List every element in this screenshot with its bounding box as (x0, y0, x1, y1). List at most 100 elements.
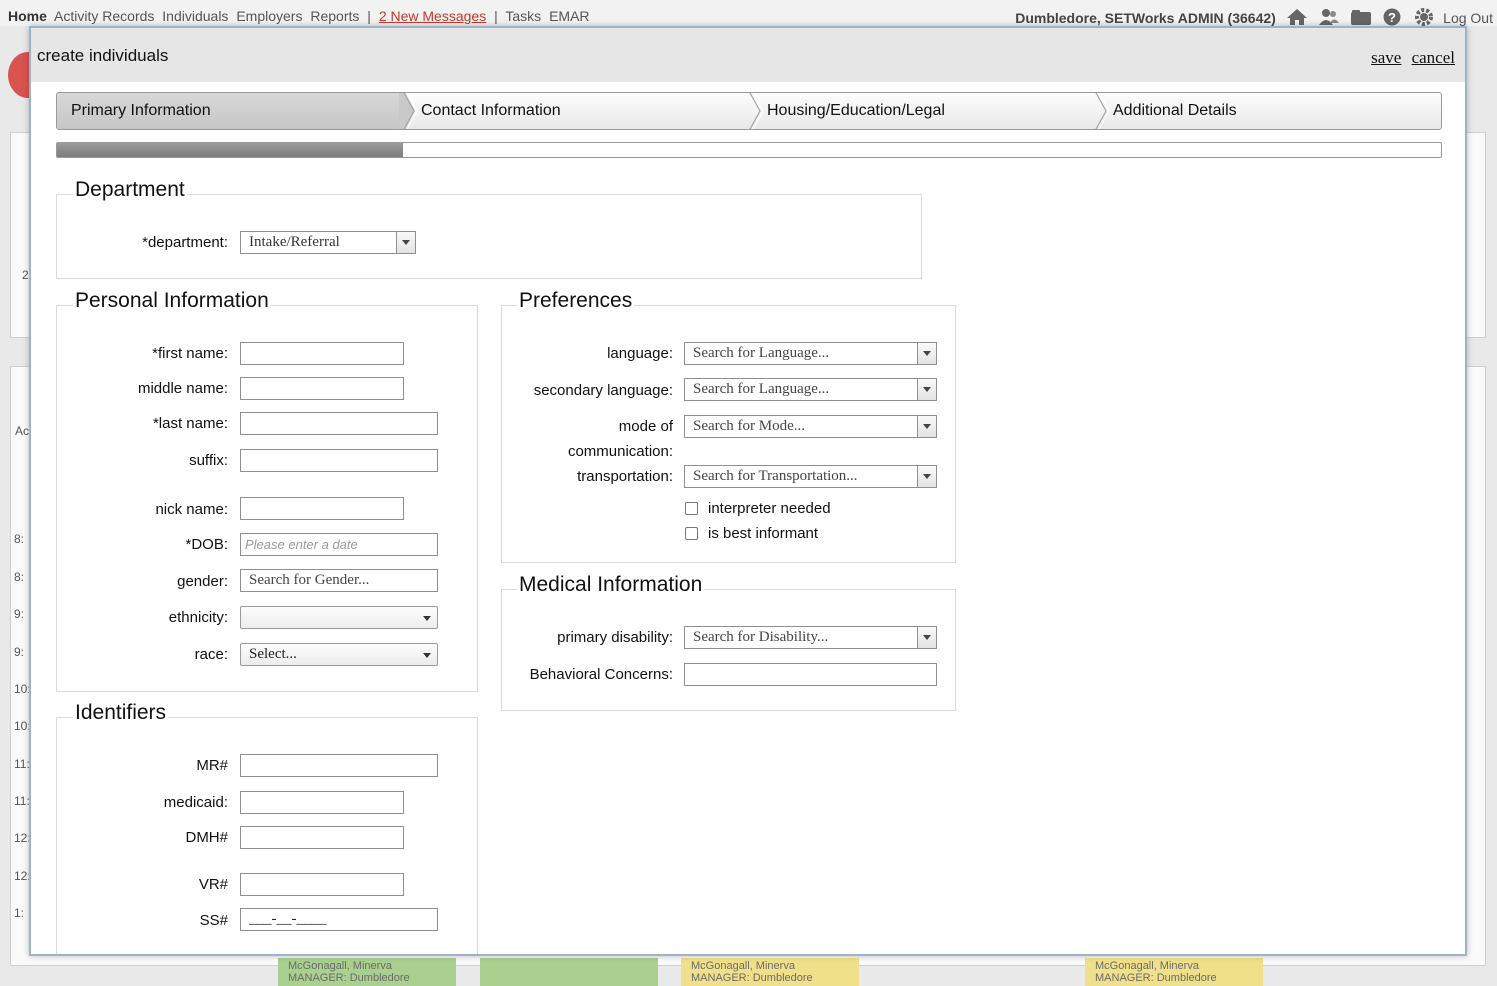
best-informant-label: is best informant (708, 525, 819, 542)
language-label: language: (607, 345, 673, 362)
interpreter-needed-checkbox[interactable] (685, 502, 698, 515)
first-name-label: *first name: (152, 345, 228, 362)
primary-disability-label: primary disability: (557, 629, 673, 646)
nav-emar-link[interactable]: EMAR (549, 8, 589, 24)
secondary-language-combo[interactable]: Search for Language... (684, 378, 937, 401)
nav-messages-link[interactable]: 2 New Messages (379, 8, 486, 24)
primary-disability-combo[interactable]: Search for Disability... (684, 626, 937, 649)
dmh-label: DMH# (185, 829, 228, 846)
department-label: *department: (142, 234, 228, 251)
schedule-entry[interactable]: McGonagall, Minerva MANAGER: Dumbledore (278, 958, 456, 986)
schedule-entry[interactable]: McGonagall, Minerva MANAGER: Dumbledore (1085, 958, 1263, 986)
nick-name-field[interactable] (240, 497, 404, 520)
vr-field[interactable] (240, 873, 404, 896)
vr-label: VR# (198, 876, 228, 893)
ethnicity-select[interactable] (240, 606, 438, 629)
nav-tasks-link[interactable]: Tasks (505, 8, 541, 24)
logout-link[interactable]: Log Out (1443, 10, 1493, 26)
dmh-field[interactable] (240, 826, 404, 849)
progress-fill (57, 143, 403, 157)
race-label: race: (194, 646, 228, 663)
tab-housing-education-legal[interactable]: Housing/Education/Legal (753, 93, 1099, 129)
schedule-entry[interactable]: McGonagall, Minerva MANAGER: Dumbledore (681, 958, 859, 986)
nick-name-label: nick name: (155, 501, 228, 518)
primary-disability-placeholder: Search for Disability... (693, 629, 829, 645)
transportation-label: transportation: (577, 468, 673, 485)
middle-name-field[interactable] (240, 377, 404, 400)
step-separator-icon (399, 93, 417, 129)
ss-field[interactable]: ___-__-____ (240, 908, 438, 931)
schedule-time-label: 11: (14, 794, 30, 808)
nav-separator: | (367, 8, 371, 24)
transportation-combo[interactable]: Search for Transportation... (684, 465, 937, 488)
mr-label: MR# (196, 757, 228, 774)
race-select[interactable]: Select... (240, 643, 438, 666)
schedule-entry[interactable] (480, 958, 658, 986)
help-icon[interactable]: ? (1381, 8, 1403, 26)
ss-label: SS# (199, 912, 228, 929)
user-name: Dumbledore, SETWorks ADMIN (36642) (1015, 10, 1276, 26)
background-text: Ac (15, 424, 30, 438)
mode-label: mode of (618, 418, 673, 435)
interpreter-needed-label: interpreter needed (708, 500, 831, 517)
save-link[interactable]: save (1371, 48, 1401, 67)
chevron-down-icon[interactable] (917, 466, 936, 487)
behavioral-concerns-label: Behavioral Concerns: (529, 666, 673, 683)
medical-information-legend: Medical Information (517, 573, 705, 597)
suffix-field[interactable] (240, 449, 438, 472)
behavioral-concerns-field[interactable] (684, 663, 937, 686)
chevron-down-icon[interactable] (917, 416, 936, 437)
medicaid-field[interactable] (240, 791, 404, 814)
schedule-entry-name: McGonagall, Minerva (1095, 960, 1199, 972)
gear-icon[interactable] (1413, 8, 1435, 26)
tab-contact-information[interactable]: Contact Information (407, 93, 753, 129)
tab-primary-information[interactable]: Primary Information (57, 93, 403, 129)
department-select[interactable]: Intake/Referral (240, 231, 416, 254)
nav-home-link[interactable]: Home (8, 8, 47, 24)
wizard-progress-bar (56, 142, 1442, 158)
dob-label: *DOB: (185, 536, 228, 553)
step-label: Additional Details (1113, 102, 1237, 119)
last-name-field[interactable] (240, 412, 438, 435)
nav-employers-link[interactable]: Employers (236, 8, 302, 24)
tab-additional-details[interactable]: Additional Details (1099, 93, 1441, 129)
step-separator-icon (1095, 93, 1109, 129)
department-legend: Department (73, 178, 187, 202)
step-label: Housing/Education/Legal (767, 102, 945, 119)
schedule-time-label: 1: (14, 906, 25, 920)
mode-combo[interactable]: Search for Mode... (684, 415, 937, 438)
people-icon[interactable] (1318, 8, 1340, 26)
schedule-entry-manager: MANAGER: Dumbledore (288, 972, 410, 984)
user-area: Dumbledore, SETWorks ADMIN (36642) ? Log… (1015, 8, 1493, 26)
last-name-label: *last name: (152, 415, 228, 432)
schedule-entry-manager: MANAGER: Dumbledore (1095, 972, 1217, 984)
language-combo[interactable]: Search for Language... (684, 342, 937, 365)
best-informant-checkbox[interactable] (685, 527, 698, 540)
folder-icon[interactable] (1350, 8, 1372, 26)
chevron-down-icon[interactable] (917, 343, 936, 364)
medical-information-section (501, 589, 956, 711)
nav-separator: | (494, 8, 498, 24)
chevron-down-icon[interactable] (917, 627, 936, 648)
preferences-legend: Preferences (517, 289, 635, 313)
identifiers-legend: Identifiers (73, 701, 169, 725)
mr-field[interactable] (240, 754, 438, 777)
background-text: 2 (22, 268, 29, 282)
create-individual-dialog: create individuals save cancel Primary I… (29, 26, 1467, 956)
nav-activity-records-link[interactable]: Activity Records (54, 8, 154, 24)
cancel-link[interactable]: cancel (1412, 48, 1455, 67)
schedule-time-label: 8: (14, 532, 25, 546)
chevron-down-icon[interactable] (917, 379, 936, 400)
step-label: Contact Information (421, 102, 561, 119)
nav-individuals-link[interactable]: Individuals (162, 8, 228, 24)
dob-field[interactable]: Please enter a date (240, 533, 438, 556)
nav-reports-link[interactable]: Reports (310, 8, 359, 24)
language-placeholder: Search for Language... (693, 345, 830, 361)
chevron-down-icon[interactable] (396, 232, 415, 253)
first-name-field[interactable] (240, 342, 404, 365)
schedule-entry-name: McGonagall, Minerva (288, 960, 392, 972)
schedule-time-label: 11: (14, 757, 30, 771)
gender-search-field[interactable]: Search for Gender... (240, 569, 438, 592)
home-icon[interactable] (1286, 8, 1308, 26)
schedule-time-label: 9: (14, 607, 25, 621)
